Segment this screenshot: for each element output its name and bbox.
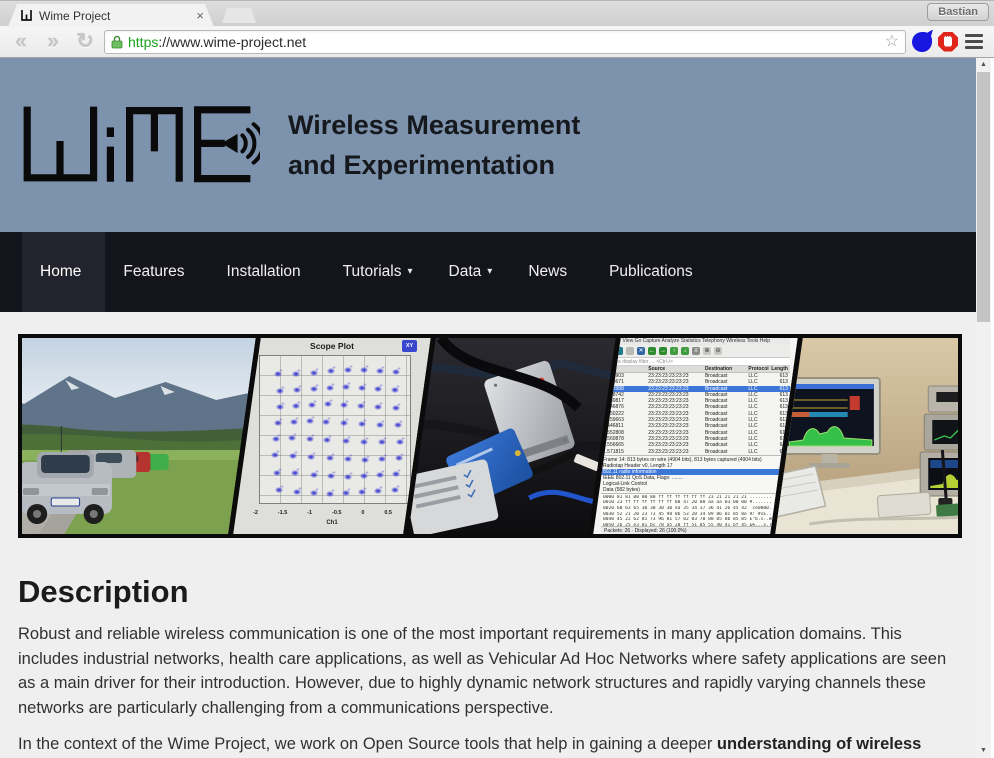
scope-xlabel: Ch1 [247,520,417,526]
cars-photo-illustration [18,338,256,534]
lab-bench-illustration [770,338,962,534]
nav-item[interactable]: Features [105,232,208,312]
wireshark-detail-pane: Frame 14: 813 bytes on wire (4904 bits),… [601,455,790,493]
nav-item[interactable]: Publications [591,232,717,312]
colorize-icon: ≡ [692,347,700,355]
restart-capture-icon: ✕ [637,347,645,355]
site-navbar: Home Features Installation Tutorials▾ Da… [0,232,976,312]
zoom-out-icon: ⊖ [714,347,722,355]
new-tab-button[interactable] [222,8,256,23]
wireshark-hex-pane: 0000 81 81 80 80 80 ff ff ff ff ff ff 23… [601,493,790,529]
bookmark-star-icon[interactable]: ☆ [885,34,899,50]
page-viewport: Wireless Measurement and Experimentation… [0,58,994,758]
stop-hand-icon [944,36,952,47]
chevron-down-icon: ▾ [408,267,413,277]
stop-capture-icon [626,347,634,355]
zoom-in-icon: ⊕ [703,347,711,355]
description-paragraph-2: In the context of the Wime Project, we w… [18,732,960,758]
profile-button[interactable]: Bastian [927,3,989,21]
wireshark-toolbar: ✕ ← → ↑ ↓ ≡ ⊕ ⊖ [601,345,790,358]
hero-scope-plot: Scope Plot XY -2-1.5-1-0.500.51 Ch1 [228,338,431,534]
wireshark-packet-list: 1.09890323:23:23:23:23:23BroadcastLLC613… [601,373,790,455]
chevron-down-icon: ▾ [487,267,492,277]
wireshark-menubar: File Edit View Go Capture Analyze Statis… [601,338,790,345]
nav-item[interactable]: Tutorials▾ [325,232,431,312]
hero-photo-hardware [403,338,616,534]
go-bottom-icon: ↓ [681,347,689,355]
nav-item[interactable]: News [510,232,591,312]
scroll-up-icon[interactable]: ▲ [976,58,991,72]
url-rest: ://www.wime-project.net [158,34,306,50]
prev-packet-icon: ← [648,347,656,355]
browser-toolbar: « » ↻ https://www.wime-project.net ☆ [0,26,994,58]
wireshark-filter-bar: Apply a display filter … <Ctrl-/> [601,358,790,366]
wireshark-status-bar: Packets: 26 · Displayed: 26 (100.0%) [601,526,790,534]
ghostery-extension-icon[interactable] [912,32,932,52]
hero-photo-lab [770,338,962,534]
description-paragraph-1: Robust and reliable wireless communicati… [18,622,960,720]
start-capture-icon [615,347,623,355]
https-lock-icon [111,35,123,49]
url-scheme: https [128,34,158,50]
description-heading: Description [18,574,958,610]
nav-item[interactable]: Data▾ [431,232,511,312]
hero-collage: Scope Plot XY -2-1.5-1-0.500.51 Ch1 [18,334,962,538]
forward-icon[interactable]: » [40,31,66,53]
scope-plot-title: Scope Plot [247,341,417,351]
scope-axis-ticks: -2-1.5-1-0.500.51 [253,510,415,516]
sdr-hardware-illustration [403,338,616,534]
site-title-line2: and Experimentation [288,145,580,185]
adblock-extension-icon[interactable] [938,32,958,52]
nav-item[interactable]: Installation [209,232,325,312]
go-top-icon: ↑ [670,347,678,355]
scope-xy-button: XY [402,340,417,352]
url-text[interactable]: https://www.wime-project.net [128,34,880,50]
wime-favicon-icon [20,9,33,22]
vertical-scrollbar[interactable]: ▲ ▼ [976,58,991,758]
wime-logo [20,96,260,194]
address-bar[interactable]: https://www.wime-project.net ☆ [104,30,906,54]
browser-menu-icon[interactable] [964,32,984,51]
site-header: Wireless Measurement and Experimentation [0,58,976,232]
web-page: Wireless Measurement and Experimentation… [0,58,976,758]
site-title-line1: Wireless Measurement [288,105,580,145]
tab-title: Wime Project [39,9,188,23]
reload-icon[interactable]: ↻ [72,31,98,53]
tab-close-icon[interactable]: × [194,8,206,23]
next-packet-icon: → [659,347,667,355]
scroll-down-icon[interactable]: ▼ [976,744,991,758]
browser-tab[interactable]: Wime Project × [8,4,214,27]
tab-strip: Wime Project × Bastian [0,0,994,26]
p2-before: In the context of the Wime Project, we w… [18,735,717,753]
hero-wireshark-capture: File Edit View Go Capture Analyze Statis… [588,338,798,534]
content-container: Scope Plot XY -2-1.5-1-0.500.51 Ch1 [0,334,976,758]
wireshark-window: File Edit View Go Capture Analyze Statis… [601,338,790,534]
scrollbar-thumb[interactable] [977,72,990,322]
constellation-plot [259,355,411,504]
scope-plot-window: Scope Plot XY -2-1.5-1-0.500.51 Ch1 [247,338,417,534]
hero-photo-cars [18,338,256,534]
nav-item[interactable]: Home [22,232,105,312]
back-icon[interactable]: « [8,31,34,53]
packet-row: 1.57181523:23:23:23:23:23BroadcastLLC613 [601,449,790,455]
site-title: Wireless Measurement and Experimentation [288,105,580,185]
wireshark-column-headers: TimeSourceDestinationProtocolLength [601,366,790,373]
